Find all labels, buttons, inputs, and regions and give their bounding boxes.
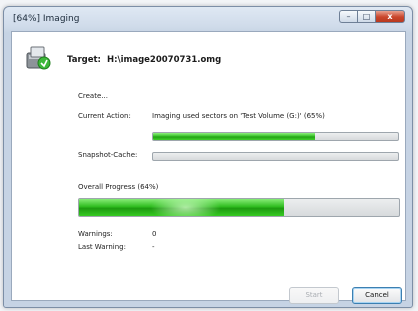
overall-progress-label: Overall Progress (64%) (78, 183, 159, 191)
current-action-label: Current Action: (78, 112, 131, 120)
warnings-label: Warnings: (78, 230, 113, 238)
title-bar[interactable]: [64%] Imaging – □ x (4, 7, 412, 31)
overall-progress-fill (79, 199, 284, 216)
last-warning-label: Last Warning: (78, 243, 126, 251)
overall-progress-bar (78, 198, 400, 217)
disk-image-icon (26, 46, 51, 70)
maximize-button[interactable]: □ (357, 10, 375, 23)
start-button[interactable]: Start (289, 287, 339, 304)
window-controls: – □ x (339, 10, 405, 23)
current-action-value: Imaging used sectors on 'Test Volume (G:… (152, 112, 325, 120)
snapshot-cache-label: Snapshot-Cache: (78, 151, 138, 159)
current-action-progress-bar (152, 132, 399, 141)
window-title: [64%] Imaging (13, 14, 80, 24)
dialog-content: Target: H:\image20070731.omg Create... Cu… (11, 31, 406, 304)
minimize-button[interactable]: – (339, 10, 357, 23)
close-button[interactable]: x (375, 10, 405, 23)
last-warning-value: - (152, 243, 155, 251)
target-label: Target: (67, 55, 101, 65)
current-action-progress-fill (153, 133, 315, 140)
warnings-value: 0 (152, 230, 157, 238)
imaging-window: [64%] Imaging – □ x Target: H:\image20070… (3, 6, 413, 308)
cancel-button[interactable]: Cancel (352, 287, 402, 304)
state-text: Create... (78, 92, 108, 100)
target-line: Target: H:\image20070731.omg (67, 55, 221, 65)
snapshot-cache-progress-bar (152, 152, 399, 161)
target-path: H:\image20070731.omg (106, 55, 222, 65)
